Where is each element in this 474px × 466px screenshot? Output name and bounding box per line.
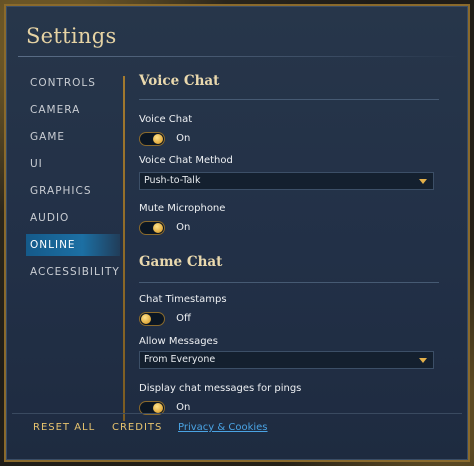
mute-microphone-label: Mute Microphone [139, 203, 226, 214]
privacy-cookies-link[interactable]: Privacy & Cookies [178, 422, 268, 433]
sidebar-divider [123, 76, 125, 421]
settings-panel: Settings CONTROLS CAMERA GAME UI GRAPHIC… [6, 6, 468, 460]
footer-bar: RESET ALL CREDITS Privacy & Cookies [0, 418, 474, 438]
ping-messages-toggle-row: On [139, 397, 191, 415]
mute-microphone-toggle-row: On [139, 217, 191, 235]
sidebar-item-graphics[interactable]: GRAPHICS [30, 180, 120, 202]
voice-chat-method-label: Voice Chat Method [139, 155, 233, 166]
allow-messages-value: From Everyone [144, 354, 216, 365]
voice-chat-label: Voice Chat [139, 114, 193, 125]
mute-microphone-state: On [176, 222, 191, 233]
toggle-knob [153, 222, 163, 233]
ping-messages-state: On [176, 402, 191, 413]
chat-timestamps-toggle[interactable] [139, 311, 165, 326]
game-chat-section-title: Game Chat [139, 254, 223, 270]
toggle-knob [141, 313, 151, 324]
game-chat-divider [139, 282, 439, 283]
page-title: Settings [26, 24, 117, 48]
toggle-knob [153, 133, 163, 144]
ping-messages-label: Display chat messages for pings [139, 383, 302, 394]
voice-chat-method-dropdown[interactable]: Push-to-Talk [139, 172, 434, 190]
chevron-down-icon [419, 358, 427, 363]
sidebar-item-audio[interactable]: AUDIO [30, 207, 120, 229]
voice-chat-section-title: Voice Chat [139, 73, 220, 89]
sidebar-item-camera[interactable]: CAMERA [30, 99, 120, 121]
allow-messages-dropdown[interactable]: From Everyone [139, 351, 434, 369]
sidebar-item-game[interactable]: GAME [30, 126, 120, 148]
sidebar-item-ui[interactable]: UI [30, 153, 120, 175]
chevron-down-icon [419, 179, 427, 184]
voice-chat-method-value: Push-to-Talk [144, 175, 201, 186]
voice-chat-divider [139, 99, 439, 100]
sidebar-item-online[interactable]: ONLINE [26, 234, 120, 256]
sidebar-item-controls[interactable]: CONTROLS [30, 72, 120, 94]
footer-divider [12, 413, 462, 414]
chat-timestamps-label: Chat Timestamps [139, 294, 227, 305]
toggle-knob [153, 402, 163, 413]
title-divider [18, 56, 462, 57]
sidebar-item-accessibility[interactable]: ACCESSIBILITY [30, 261, 120, 283]
reset-all-button[interactable]: RESET ALL [33, 422, 95, 433]
credits-button[interactable]: CREDITS [112, 422, 162, 433]
voice-chat-toggle-row: On [139, 128, 191, 146]
voice-chat-toggle[interactable] [139, 131, 165, 146]
voice-chat-state: On [176, 133, 191, 144]
chat-timestamps-state: Off [176, 313, 191, 324]
allow-messages-label: Allow Messages [139, 336, 218, 347]
chat-timestamps-toggle-row: Off [139, 308, 191, 326]
mute-microphone-toggle[interactable] [139, 220, 165, 235]
